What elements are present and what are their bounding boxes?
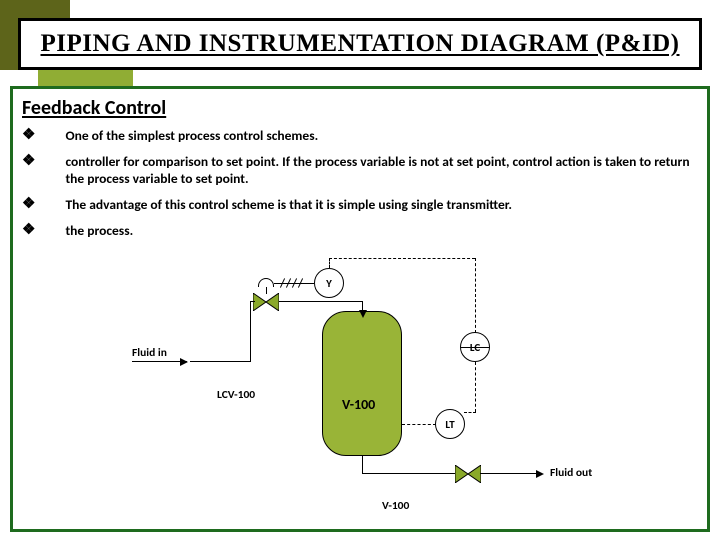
pipe-line: [250, 301, 255, 302]
pipe-line: [362, 473, 456, 474]
controller-label: LC: [470, 341, 480, 354]
transmitter-bubble: LT: [435, 409, 465, 439]
controller-bubble: LC: [460, 332, 490, 362]
transmitter-label: LT: [445, 418, 454, 431]
signal-line: [329, 258, 330, 268]
signal-line: [402, 424, 436, 425]
pid-diagram: V-100 Fluid in LCV-100 Y: [132, 266, 632, 526]
signal-line: [475, 258, 476, 333]
signal-hatch-icon: [280, 278, 310, 288]
bullet-text: The advantage of this control scheme is …: [65, 197, 698, 214]
pipe-line: [132, 361, 187, 362]
bullet-text: controller for comparison to set point. …: [65, 154, 698, 188]
pipe-line: [278, 301, 362, 302]
valve-outline: [455, 465, 481, 483]
pipe-line: [362, 456, 363, 473]
signal-line: [329, 258, 475, 259]
bullet-icon: ❖: [22, 197, 35, 214]
signal-line: [475, 362, 476, 412]
content-area: Feedback Control ❖ One of the simplest p…: [22, 96, 698, 524]
block-valve-icon: [455, 465, 481, 483]
pipe-line: [480, 473, 538, 474]
fluid-in-label: Fluid in: [132, 346, 167, 360]
arrow-icon: [180, 358, 188, 366]
bottom-valve-label: V-100: [382, 499, 409, 513]
actuator-icon: [258, 278, 274, 287]
valve-tag-label: LCV-100: [217, 388, 255, 402]
page-title: PIPING AND INSTRUMENTATION DIAGRAM (P&ID…: [40, 30, 679, 58]
pipe-line: [250, 301, 251, 362]
bullet-icon: ❖: [22, 154, 35, 188]
section-heading: Feedback Control: [22, 96, 698, 120]
title-box: PIPING AND INSTRUMENTATION DIAGRAM (P&ID…: [18, 18, 702, 70]
list-item: ❖ the process.: [22, 223, 698, 240]
arrow-icon: [536, 470, 544, 478]
bullet-text: the process.: [65, 223, 698, 240]
solenoid-label: Y: [326, 277, 332, 290]
arrow-icon: [359, 310, 367, 318]
pipe-line: [190, 361, 250, 362]
signal-line: [464, 412, 476, 413]
vessel-icon: [322, 311, 402, 456]
solenoid-bubble: Y: [314, 268, 344, 298]
list-item: ❖ One of the simplest process control sc…: [22, 128, 698, 145]
fluid-out-label: Fluid out: [550, 466, 592, 480]
bullet-text: One of the simplest process control sche…: [65, 128, 698, 145]
vessel-label: V-100: [342, 396, 375, 413]
valve-outline: [253, 293, 279, 311]
control-valve-icon: [253, 293, 279, 311]
bullet-icon: ❖: [22, 223, 35, 240]
list-item: ❖ controller for comparison to set point…: [22, 154, 698, 188]
bullet-list: ❖ One of the simplest process control sc…: [22, 128, 698, 239]
list-item: ❖ The advantage of this control scheme i…: [22, 197, 698, 214]
bullet-icon: ❖: [22, 128, 35, 145]
